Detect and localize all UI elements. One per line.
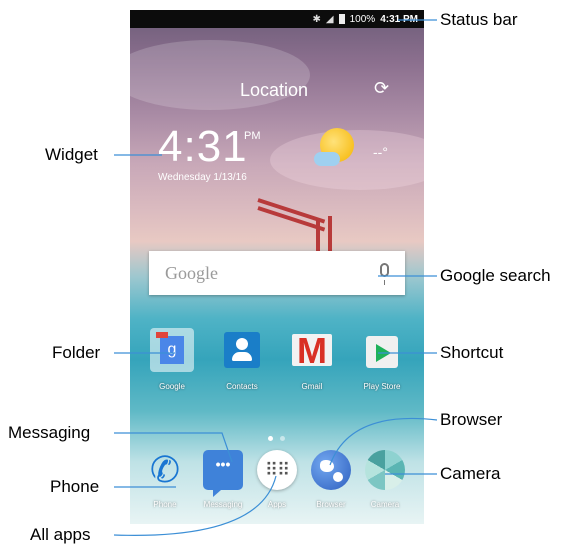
callout-line-all-apps [113,475,277,536]
callout-browser: Browser [440,410,503,429]
callout-line-browser [329,417,438,466]
callout-status-bar: Status bar [440,10,518,29]
callout-all-apps: All apps [30,525,91,544]
callout-widget: Widget [45,145,98,164]
callout-camera: Camera [440,464,501,483]
callout-shortcut: Shortcut [440,343,504,362]
callout-folder: Folder [52,343,101,362]
callout-google-search: Google search [440,266,551,285]
callout-messaging: Messaging [8,423,91,442]
callout-phone: Phone [50,477,100,496]
callout-line-messaging [114,432,233,463]
